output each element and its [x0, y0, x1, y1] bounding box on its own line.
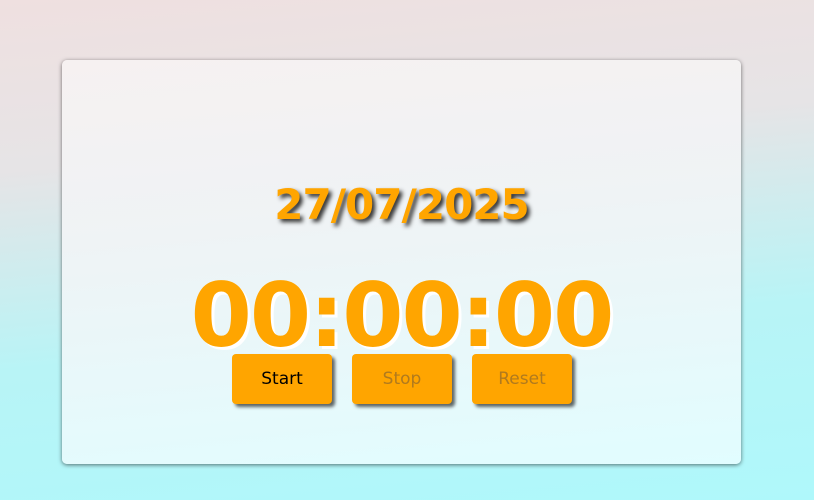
stopwatch-card: 27/07/2025 00:00:00 Start Stop Reset	[62, 60, 741, 464]
date-display: 27/07/2025	[274, 180, 529, 229]
stop-button[interactable]: Stop	[352, 354, 452, 404]
button-group: Start Stop Reset	[232, 354, 572, 404]
reset-button[interactable]: Reset	[472, 354, 572, 404]
start-button[interactable]: Start	[232, 354, 332, 404]
timer-display: 00:00:00	[190, 264, 615, 367]
